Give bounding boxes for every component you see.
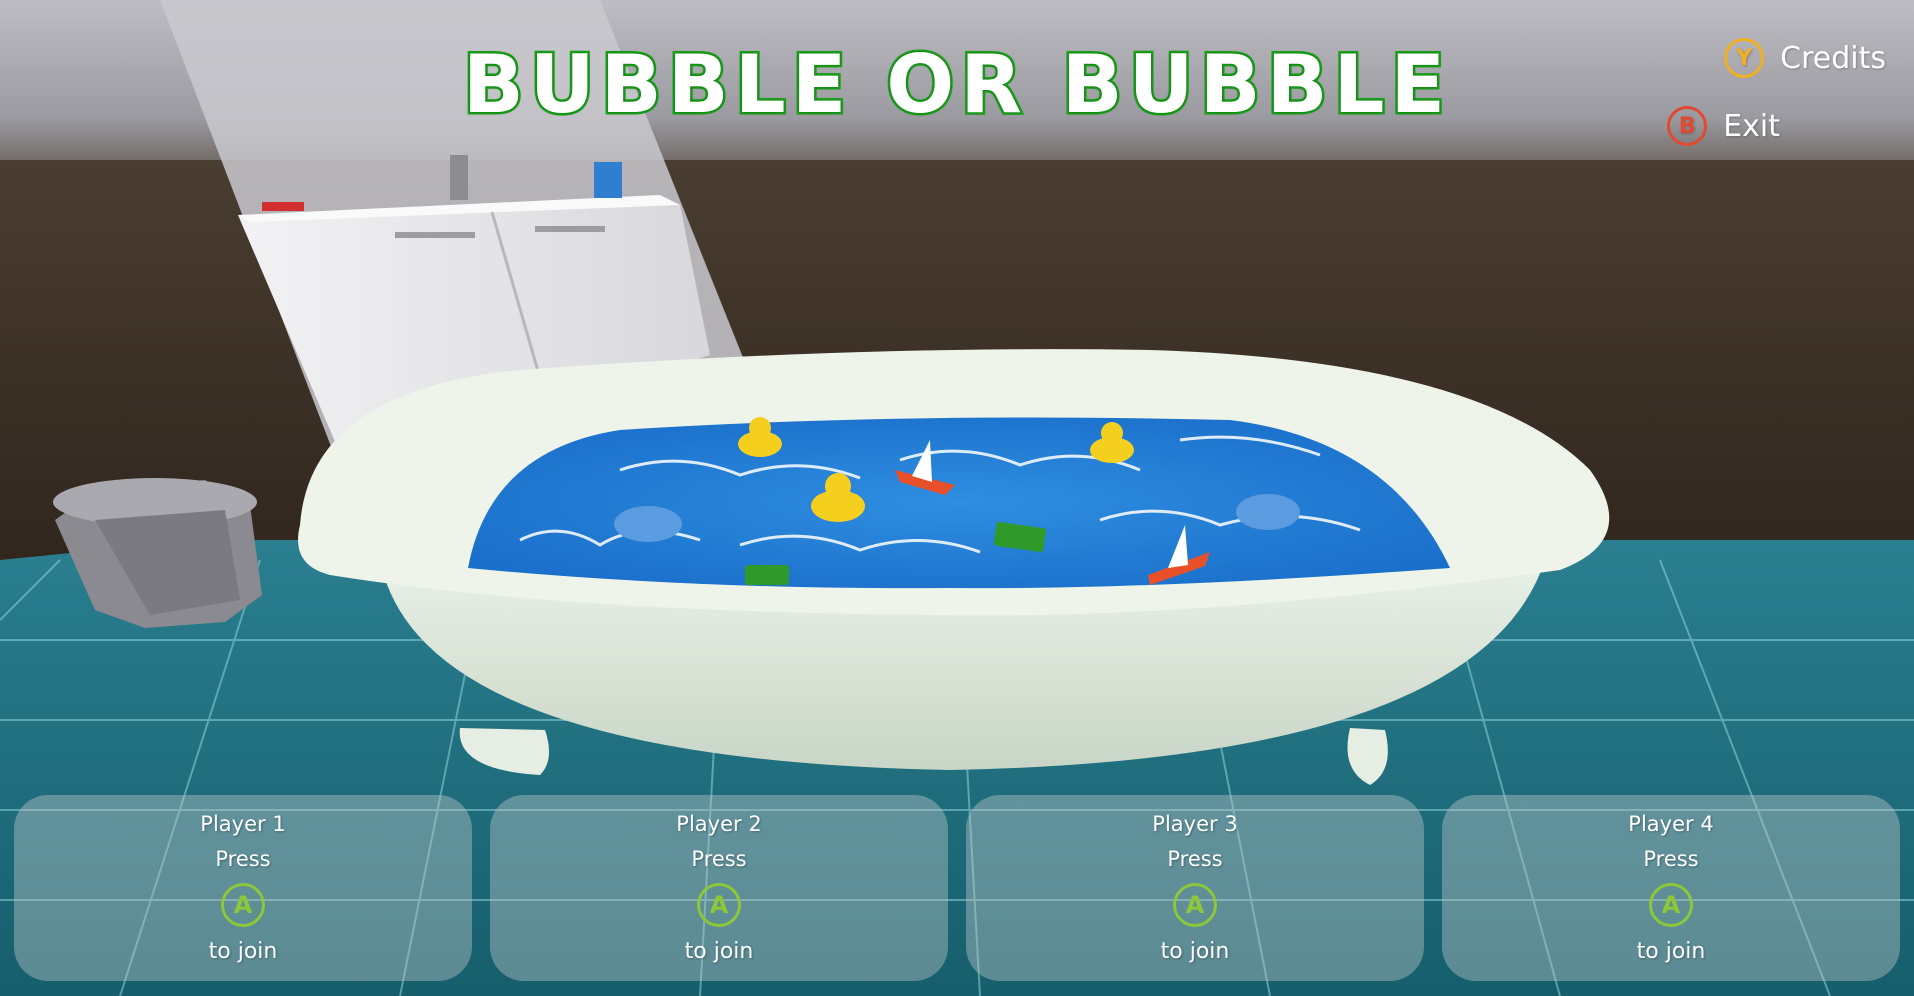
player-1-panel: Player 1 Press A to join — [14, 795, 472, 981]
toy-whale — [614, 506, 682, 542]
credits-button[interactable]: Y Credits — [1724, 38, 1886, 78]
player-2-panel: Player 2 Press A to join — [490, 795, 948, 981]
player-name: Player 3 — [1152, 812, 1238, 836]
player-4-panel: Player 4 Press A to join — [1442, 795, 1900, 981]
player-name: Player 1 — [200, 812, 286, 836]
press-label: Press — [215, 847, 271, 871]
press-label: Press — [1167, 847, 1223, 871]
player-name: Player 2 — [676, 812, 762, 836]
game-title: BUBBLE OR BUBBLE — [460, 36, 1452, 134]
a-button-icon[interactable]: A — [221, 883, 265, 927]
exit-label: Exit — [1723, 108, 1780, 144]
sponge — [745, 565, 789, 585]
a-button-icon[interactable]: A — [1173, 883, 1217, 927]
water — [468, 417, 1450, 589]
a-button-icon[interactable]: A — [697, 883, 741, 927]
player-join-panels: Player 1 Press A to join Player 2 Press … — [14, 795, 1900, 981]
join-label: to join — [684, 939, 754, 964]
press-label: Press — [1643, 847, 1699, 871]
y-button-icon: Y — [1724, 38, 1765, 78]
credits-label: Credits — [1780, 40, 1886, 76]
join-label: to join — [1636, 939, 1706, 964]
join-label: to join — [208, 939, 278, 964]
b-button-icon: B — [1667, 106, 1708, 146]
exit-button[interactable]: B Exit — [1667, 106, 1780, 146]
toy-whale — [1236, 494, 1300, 530]
player-name: Player 4 — [1628, 812, 1714, 836]
player-3-panel: Player 3 Press A to join — [966, 795, 1424, 981]
a-button-icon[interactable]: A — [1649, 883, 1693, 927]
press-label: Press — [691, 847, 747, 871]
join-label: to join — [1160, 939, 1230, 964]
